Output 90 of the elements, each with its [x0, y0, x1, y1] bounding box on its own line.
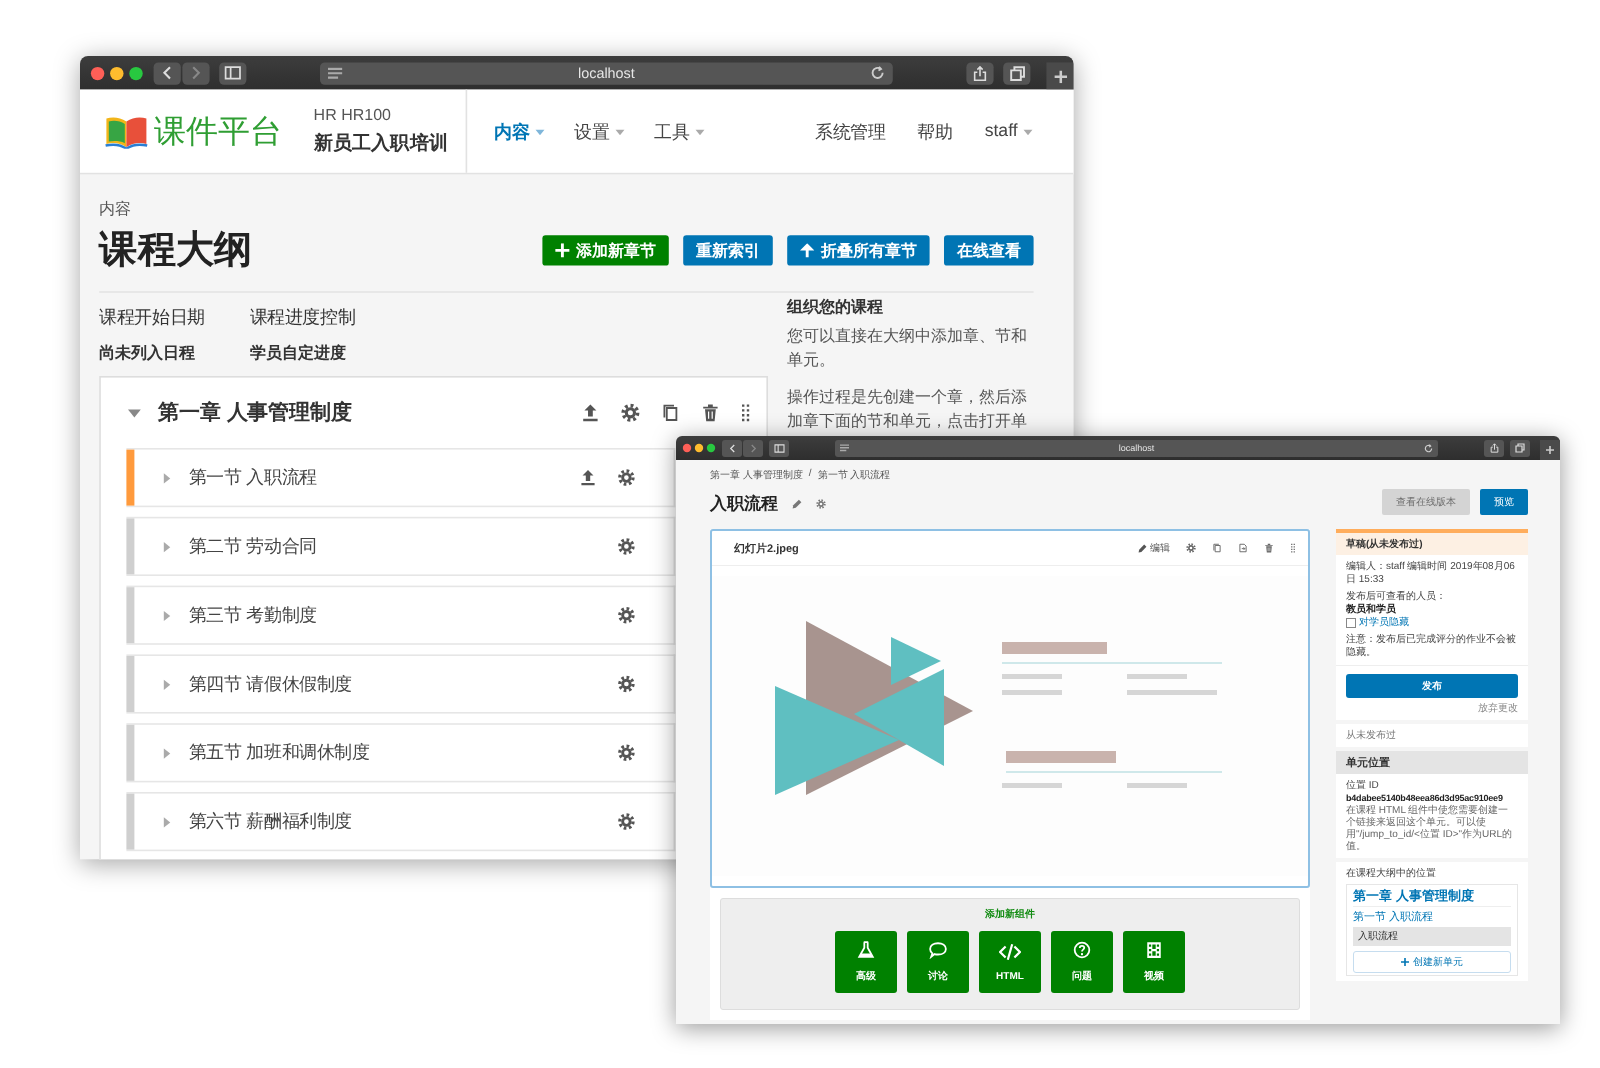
unit-title: 入职流程 [710, 492, 778, 515]
gear-icon[interactable] [617, 468, 636, 487]
share-button[interactable] [1484, 439, 1504, 457]
upload-icon[interactable] [580, 403, 600, 423]
gear-icon[interactable] [617, 537, 636, 556]
gear-icon[interactable] [620, 403, 640, 423]
gear-icon[interactable] [617, 606, 636, 624]
plus-icon [1401, 958, 1409, 966]
help-text: 您可以直接在大纲中添加章、节和单元。 [786, 325, 1029, 373]
flask-icon [857, 941, 875, 959]
section-label: 内容 [99, 198, 134, 221]
question-icon [1073, 941, 1091, 959]
speech-bubble-icon [929, 941, 947, 959]
tabs-icon [1008, 64, 1025, 81]
toolbar-button[interactable]: 折叠所有章节 [787, 235, 930, 266]
nav-menu-item[interactable]: 设置 [574, 119, 626, 144]
chapter-title[interactable]: 第一章 人事管理制度 [158, 398, 565, 428]
caret-icon[interactable] [126, 404, 143, 421]
section-row[interactable]: 第四节 请假休假制度 [126, 654, 676, 714]
drag-handle-icon[interactable] [1290, 543, 1296, 553]
help-text: 操作过程是先创建一个章，然后添加章下面的节和单元，点击打开单 [786, 386, 1029, 434]
setting-label: 课程开始日期 [99, 306, 205, 330]
toolbar-button[interactable]: 在线查看 [944, 235, 1034, 266]
nav-menu-item[interactable]: 内容 [494, 119, 546, 144]
film-icon [1145, 941, 1163, 959]
nav-menu-item[interactable]: staff [984, 121, 1034, 141]
toolbar-button[interactable]: 添加新章节 [542, 235, 669, 266]
gear-icon[interactable] [617, 812, 636, 831]
section-title[interactable]: 第四节 请假休假制度 [188, 672, 602, 696]
setting-label: 课程进度控制 [249, 306, 356, 330]
share-button[interactable] [966, 61, 994, 84]
gear-icon[interactable] [1186, 543, 1196, 553]
back-button[interactable] [722, 439, 742, 457]
trash-icon[interactable] [700, 403, 720, 423]
share-icon [972, 64, 988, 81]
toolbar-button[interactable]: 重新索引 [683, 235, 773, 266]
section-row[interactable]: 第五节 加班和调休制度 [126, 723, 676, 783]
pencil-icon[interactable] [792, 498, 802, 509]
reload-icon[interactable] [870, 65, 885, 80]
section-row[interactable]: 第三节 考勤制度 [126, 585, 676, 645]
page-title: 课程大纲 [99, 226, 253, 276]
window-buttons-icon[interactable] [89, 64, 144, 81]
chevron-left-icon [161, 65, 173, 80]
new-tab-button[interactable] [1046, 62, 1074, 90]
setting-value: 尚未列入日程 [99, 342, 198, 365]
section-row[interactable]: 第二节 劳动合同 [126, 516, 676, 576]
section-title[interactable]: 第六节 薪酬福利制度 [188, 809, 602, 834]
chevron-right-icon [749, 443, 757, 453]
sidebar-button[interactable] [769, 439, 789, 457]
forward-button[interactable] [743, 439, 763, 457]
code-icon [999, 942, 1021, 961]
plus-icon [555, 243, 570, 258]
app-name: 课件平台 [153, 112, 282, 153]
course-code: HR HR100 [313, 106, 393, 124]
setting-value: 学员自定进度 [249, 342, 348, 365]
section-title[interactable]: 第二节 劳动合同 [188, 534, 602, 559]
book-icon [104, 113, 149, 149]
gear-icon[interactable] [617, 744, 636, 762]
checkbox[interactable] [1346, 617, 1356, 628]
course-name: 新员工入职培训 [313, 128, 448, 156]
gear-icon[interactable] [617, 675, 636, 693]
page-icon [840, 444, 849, 452]
drag-handle-icon[interactable] [740, 403, 750, 423]
nav-menu-item[interactable]: 系统管理 [815, 119, 886, 144]
help-title: 组织您的课程 [786, 296, 885, 319]
section-title[interactable]: 第三节 考勤制度 [188, 603, 602, 628]
nav-menu-item[interactable]: 工具 [654, 119, 706, 144]
sidebar-button[interactable] [219, 61, 247, 84]
nav-menu-item[interactable]: 帮助 [917, 119, 953, 144]
window-buttons-icon[interactable] [682, 443, 716, 453]
trash-icon[interactable] [1264, 543, 1274, 553]
pencil-icon[interactable] [1138, 543, 1147, 553]
copy-icon[interactable] [660, 403, 680, 423]
plus-icon [1546, 446, 1554, 454]
arrow-up-icon [800, 243, 815, 258]
section-title[interactable]: 第一节 入职流程 [188, 465, 564, 490]
back-button[interactable] [153, 61, 181, 84]
tabs-button[interactable] [1003, 61, 1031, 84]
section-row[interactable]: 第六节 薪酬福利制度 [126, 792, 676, 852]
gear-icon[interactable] [816, 498, 826, 509]
upload-icon[interactable] [579, 468, 597, 487]
plus-icon [1053, 69, 1067, 83]
new-tab-button[interactable] [1540, 440, 1560, 460]
page-icon [328, 66, 343, 80]
sidebar-icon [224, 65, 242, 80]
section-row[interactable]: 第一节 入职流程 [126, 448, 676, 508]
chevron-left-icon [728, 443, 736, 453]
tabs-button[interactable] [1510, 439, 1530, 457]
chevron-right-icon [190, 65, 202, 80]
section-title[interactable]: 第五节 加班和调休制度 [188, 740, 602, 765]
